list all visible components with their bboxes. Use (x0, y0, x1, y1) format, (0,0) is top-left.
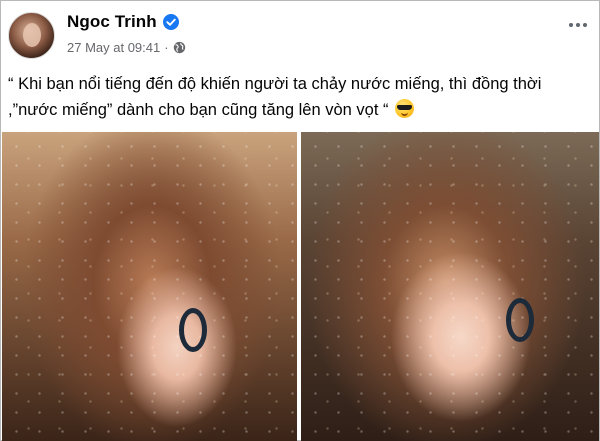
glitter-overlay (301, 132, 599, 441)
selfie-photo-1[interactable] (2, 132, 297, 441)
facebook-post: Ngoc Trinh 27 May at 09:41 · “ Khi bạn n… (0, 0, 600, 441)
sunglasses-emoji-icon (395, 99, 415, 118)
photo-grid (2, 132, 599, 441)
earring-decoration (179, 308, 207, 352)
more-options-icon[interactable] (569, 23, 587, 27)
author-name-row: Ngoc Trinh (67, 12, 179, 32)
post-timestamp[interactable]: 27 May at 09:41 (67, 40, 160, 55)
earring-decoration (506, 298, 534, 342)
post-meta: 27 May at 09:41 · (67, 40, 186, 55)
selfie-photo-2[interactable] (301, 132, 599, 441)
author-avatar[interactable] (8, 12, 55, 59)
post-caption: “ Khi bạn nổi tiếng đến độ khiến người t… (8, 71, 593, 123)
globe-icon[interactable] (173, 41, 186, 54)
author-name[interactable]: Ngoc Trinh (67, 12, 157, 32)
meta-separator: · (164, 40, 169, 55)
glitter-overlay (2, 132, 297, 441)
caption-text: “ Khi bạn nổi tiếng đến độ khiến người t… (8, 75, 542, 119)
verified-badge-icon (162, 14, 179, 30)
post-header: Ngoc Trinh 27 May at 09:41 · (1, 1, 600, 67)
